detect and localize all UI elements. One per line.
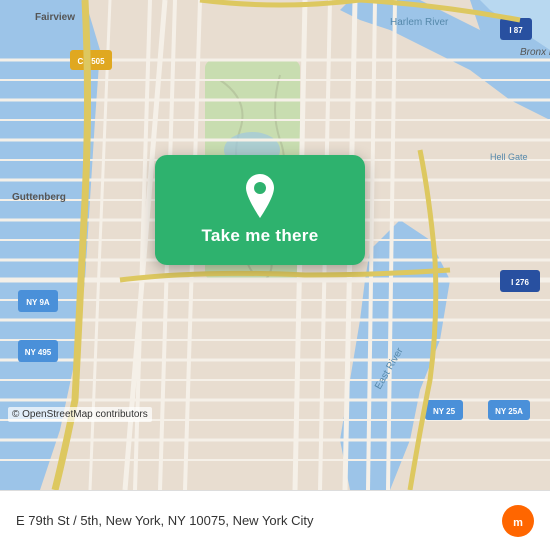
bottom-bar: E 79th St / 5th, New York, NY 10075, New… <box>0 490 550 550</box>
moovit-icon: m <box>502 505 534 537</box>
map-container: NY 9A NY 495 I 87 I 276 CR 505 NY 25 NY … <box>0 0 550 490</box>
svg-text:NY 25: NY 25 <box>433 407 456 416</box>
svg-text:CR 505: CR 505 <box>77 57 105 66</box>
svg-text:Bronx K: Bronx K <box>520 47 550 58</box>
svg-text:m: m <box>513 517 523 529</box>
svg-text:NY 495: NY 495 <box>25 348 52 357</box>
svg-text:I 87: I 87 <box>509 26 523 35</box>
svg-text:NY 25A: NY 25A <box>495 407 523 416</box>
moovit-logo: m <box>502 505 534 537</box>
svg-text:Hell Gate: Hell Gate <box>490 152 528 162</box>
svg-text:Fairview: Fairview <box>35 12 75 23</box>
location-pin-icon <box>242 174 278 218</box>
svg-text:Guttenberg: Guttenberg <box>12 192 66 203</box>
svg-text:NY 9A: NY 9A <box>26 298 50 307</box>
svg-text:I 276: I 276 <box>511 278 529 287</box>
card-overlay[interactable]: Take me there <box>155 155 365 265</box>
svg-text:Harlem River: Harlem River <box>390 17 449 28</box>
take-me-there-button[interactable]: Take me there <box>202 226 319 246</box>
location-text: E 79th St / 5th, New York, NY 10075, New… <box>16 513 492 528</box>
osm-attribution: © OpenStreetMap contributors <box>8 407 152 422</box>
